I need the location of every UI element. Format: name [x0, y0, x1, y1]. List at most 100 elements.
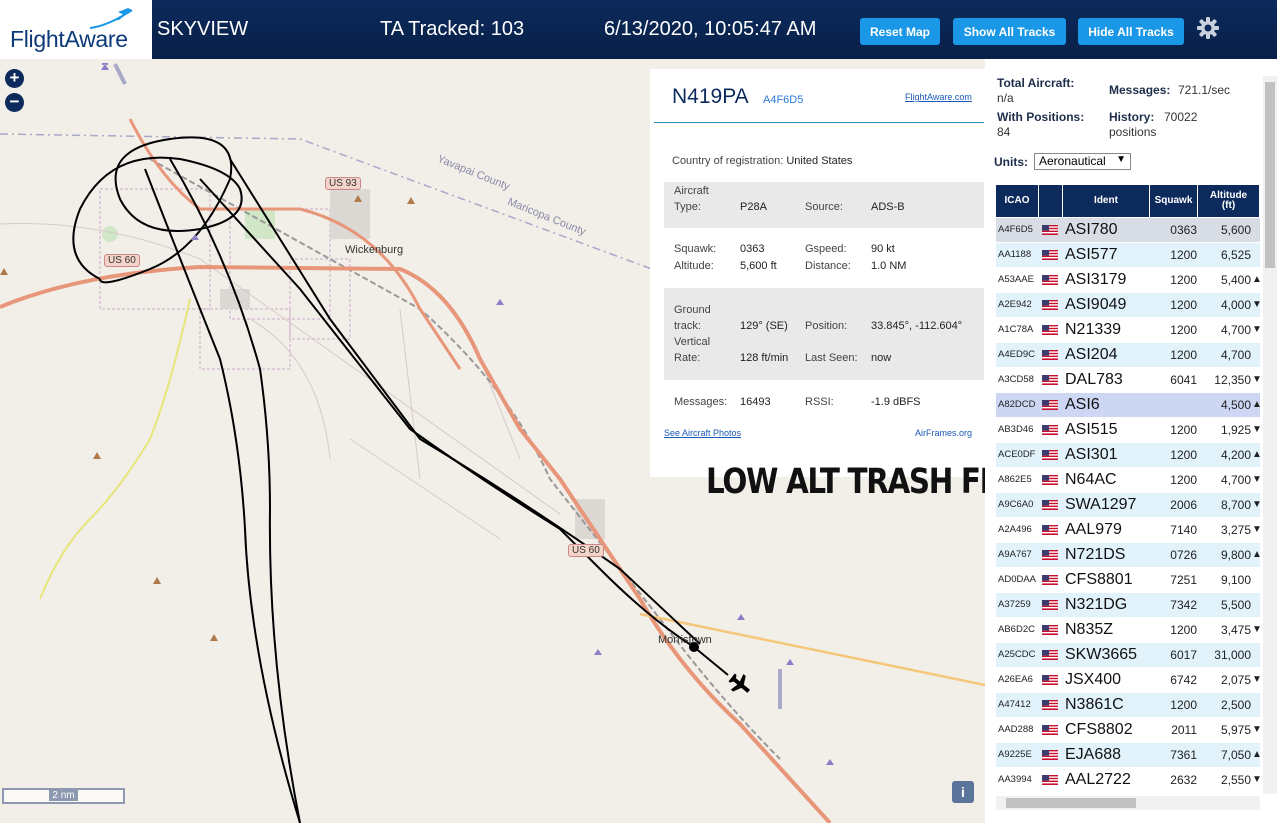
aircraft-type-value: P28A: [740, 201, 767, 213]
last-seen-value: now: [871, 352, 892, 364]
us-flag-icon: [1042, 700, 1058, 710]
table-row[interactable]: AD0DAA CFS8801 7251 9,100: [996, 568, 1260, 593]
scale-bar: 2 nm: [2, 788, 125, 804]
table-row[interactable]: AA3994 AAL2722 2632 2,550 ▼: [996, 768, 1262, 793]
reset-map-button[interactable]: Reset Map: [860, 18, 940, 45]
us-flag-icon: [1042, 575, 1058, 585]
us-flag-icon: [1042, 625, 1058, 635]
horizontal-scroll-thumb[interactable]: [1006, 798, 1136, 808]
cell-altitude: 5,600: [1220, 223, 1251, 237]
horizontal-scrollbar[interactable]: [996, 796, 1260, 810]
us-flag-icon: [1042, 475, 1058, 485]
table-row[interactable]: A4ED9C ASI204 1200 4,700: [996, 343, 1260, 368]
hide-all-tracks-button[interactable]: Hide All Tracks: [1078, 18, 1184, 45]
cell-ident: ASI301: [1065, 446, 1118, 463]
cell-ident: EJA688: [1065, 746, 1122, 763]
us-flag-icon: [1042, 600, 1058, 610]
cell-icao: A25CDC: [998, 649, 1036, 660]
map-label-morristown: Morristown: [658, 634, 712, 646]
show-all-tracks-button[interactable]: Show All Tracks: [953, 18, 1066, 45]
table-row[interactable]: A2A496 AAL979 7140 3,275 ▼: [996, 518, 1262, 543]
cell-altitude: 4,700: [1220, 473, 1251, 487]
aircraft-photos-link[interactable]: See Aircraft Photos: [664, 428, 741, 438]
table-row[interactable]: A9225E EJA688 7361 7,050 ▲: [996, 743, 1262, 768]
cell-ident: N321DG: [1065, 596, 1128, 613]
table-row[interactable]: A9A767 N721DS 0726 9,800 ▲: [996, 543, 1262, 568]
cell-icao: A1C78A: [998, 324, 1034, 335]
cell-squawk: 1200: [1170, 273, 1197, 287]
cell-squawk: 7342: [1170, 598, 1197, 612]
last-seen-label: Last Seen:: [805, 352, 858, 364]
altitude-value: 5,600 ft: [740, 260, 777, 272]
us-flag-icon: [1042, 650, 1058, 660]
cell-ident: ASI3179: [1065, 271, 1127, 288]
table-row[interactable]: A862E5 N64AC 1200 4,700 ▼: [996, 468, 1262, 493]
cell-icao: A53AAE: [998, 274, 1034, 285]
cell-icao: A9C6A0: [998, 499, 1034, 510]
us-flag-icon: [1042, 325, 1058, 335]
cell-altitude: 9,800: [1220, 548, 1251, 562]
with-positions-value: 84: [997, 125, 1011, 139]
column-header-icao[interactable]: ICAO: [996, 185, 1039, 217]
vertical-scroll-thumb[interactable]: [1265, 82, 1275, 268]
table-row[interactable]: AAD288 CFS8802 2011 5,975 ▼: [996, 718, 1262, 743]
altitude-trend-icon: ▲: [1252, 749, 1262, 760]
cell-icao: AD0DAA: [998, 574, 1037, 585]
aircraft-table: A4F6D5 ASI780 0363 5,600 AA1188 ASI577 1200 6,5…: [996, 218, 1262, 793]
cell-icao: A9A767: [998, 549, 1032, 560]
flightaware-link[interactable]: FlightAware.com: [905, 92, 972, 102]
us-flag-icon: [1042, 375, 1058, 385]
table-row[interactable]: AB6D2C N835Z 1200 3,475 ▼: [996, 618, 1262, 643]
cell-altitude: 2,075: [1220, 673, 1251, 687]
vertical-scrollbar[interactable]: [1263, 76, 1277, 794]
table-row[interactable]: A47412 N3861C 1200 2,500: [996, 693, 1260, 718]
us-flag-icon: [1042, 675, 1058, 685]
cell-altitude: 8,700: [1220, 498, 1251, 512]
cell-altitude: 4,000: [1220, 298, 1251, 312]
table-row[interactable]: ACE0DF ASI301 1200 4,200 ▲: [996, 443, 1262, 468]
cell-squawk: 1200: [1170, 298, 1197, 312]
messages-value: 16493: [740, 396, 771, 408]
map-info-button[interactable]: i: [952, 781, 974, 803]
cell-altitude: 4,500: [1220, 398, 1251, 412]
table-row[interactable]: A82DCD ASI6 4,500 ▲: [996, 393, 1262, 418]
squawk-value: 0363: [740, 243, 765, 255]
column-header-squawk[interactable]: Squawk: [1150, 185, 1198, 217]
cell-ident: ASI9049: [1065, 296, 1127, 313]
altitude-trend-icon: ▼: [1252, 424, 1262, 435]
gear-icon[interactable]: [1196, 16, 1220, 40]
cell-altitude: 1,925: [1220, 423, 1251, 437]
table-row[interactable]: A2E942 ASI9049 1200 4,000 ▼: [996, 293, 1262, 318]
header-bar: FlightAware SKYVIEW TA Tracked: 103 6/13…: [0, 0, 1277, 59]
history-value: 70022 positions: [1109, 110, 1198, 139]
table-row[interactable]: A1C78A N21339 1200 4,700 ▼: [996, 318, 1262, 343]
us-flag-icon: [1042, 300, 1058, 310]
cell-squawk: 6742: [1170, 673, 1197, 687]
zoom-out-button[interactable]: −: [5, 93, 24, 112]
table-row[interactable]: A37259 N321DG 7342 5,500: [996, 593, 1260, 618]
airframes-link[interactable]: AirFrames.org: [915, 428, 972, 438]
column-header-altitude[interactable]: Altitude (ft): [1198, 185, 1260, 217]
table-row[interactable]: AA1188 ASI577 1200 6,525: [996, 243, 1260, 268]
cell-ident: SKW3665: [1065, 646, 1138, 663]
table-row[interactable]: AB3D46 ASI515 1200 1,925 ▼: [996, 418, 1262, 443]
table-row[interactable]: A4F6D5 ASI780 0363 5,600: [996, 218, 1260, 243]
table-row[interactable]: A25CDC SKW3665 6017 31,000: [996, 643, 1260, 668]
logo[interactable]: FlightAware: [0, 0, 152, 59]
column-header-ident[interactable]: Ident: [1063, 185, 1150, 217]
us-flag-icon: [1042, 750, 1058, 760]
squawk-label: Squawk:: [674, 243, 717, 255]
table-row[interactable]: A3CD58 DAL783 6041 12,350 ▼: [996, 368, 1262, 393]
cell-ident: ASI6: [1065, 396, 1100, 413]
zoom-in-button[interactable]: +: [5, 69, 24, 88]
table-row[interactable]: A53AAE ASI3179 1200 5,400 ▲: [996, 268, 1262, 293]
units-select[interactable]: Aeronautical ▼: [1034, 153, 1131, 170]
cell-icao: A26EA6: [998, 674, 1033, 685]
chevron-down-icon: ▼: [1116, 154, 1126, 165]
cell-squawk: 1200: [1170, 248, 1197, 262]
cell-squawk: 1200: [1170, 348, 1197, 362]
table-row[interactable]: A9C6A0 SWA1297 2006 8,700 ▼: [996, 493, 1262, 518]
table-row[interactable]: A26EA6 JSX400 6742 2,075 ▼: [996, 668, 1262, 693]
cell-icao: A9225E: [998, 749, 1032, 760]
column-header-flag[interactable]: [1039, 185, 1063, 217]
